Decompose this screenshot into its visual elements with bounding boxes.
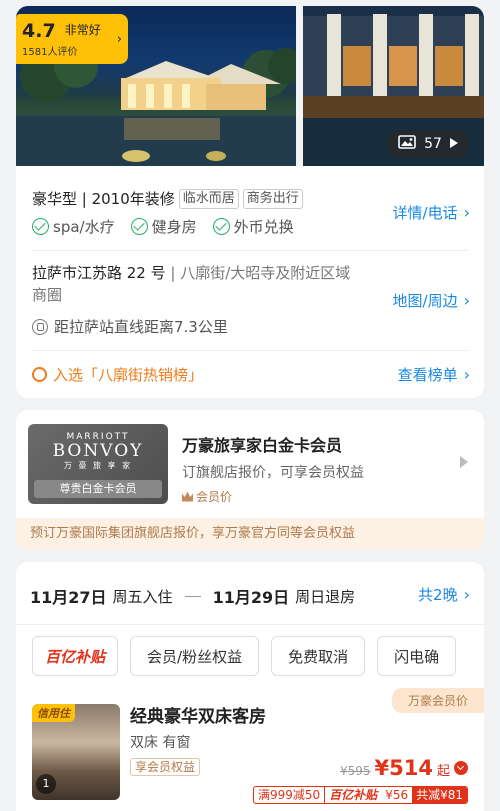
membership-title: 万豪旅享家白金卡会员 <box>182 436 343 455</box>
date-selector[interactable]: 11月27日 周五入住 11月29日 周日退房 <box>30 584 355 608</box>
station-distance: 距拉萨站直线距离7.3公里 <box>32 316 228 337</box>
amenity-list: spa/水疗 健身房 外币兑换 <box>32 216 294 237</box>
rating-count: 1581人评价 <box>22 47 78 58</box>
check-circle-icon <box>130 218 148 235</box>
membership-banner: 预订万豪国际集团旗舰店报价，享万豪官方同等会员权益 <box>16 518 484 550</box>
details-phone-link[interactable]: 详情/电话 › <box>393 202 470 223</box>
view-ranking-link[interactable]: 查看榜单 › <box>398 364 470 385</box>
date-separator <box>184 595 201 597</box>
nights-link[interactable]: 共2晚 › <box>418 584 470 605</box>
ranking-badge[interactable]: 入选「八廓街热销榜」 <box>32 364 203 385</box>
crown-icon <box>182 491 193 502</box>
checkout-label: 周日退房 <box>295 587 356 606</box>
chevron-down-icon[interactable] <box>454 761 468 775</box>
address-main: 拉萨市江苏路 22 号 <box>32 264 166 282</box>
bonvoy-card-image: MARRIOTT BONVOY 万 豪 旅 享 家 尊贵白金卡会员 <box>28 424 168 504</box>
filter-chips: 百亿补贴 会员/粉丝权益 免费取消 闪电确 <box>32 636 457 676</box>
membership-desc: 订旗舰店报价，可享会员权益 <box>182 465 364 481</box>
chevron-right-icon: › <box>463 203 470 222</box>
discount-threshold: 满999减50 <box>257 788 321 802</box>
divider <box>32 350 468 351</box>
amenity-label: 外币兑换 <box>233 218 294 236</box>
filter-instant-confirm[interactable]: 闪电确 <box>377 636 457 676</box>
current-price: ¥514 <box>374 756 433 780</box>
medal-icon <box>32 367 47 382</box>
room-type-line: 豪华型 | 2010年装修 临水而居 商务出行 <box>32 188 303 209</box>
member-price-text: 会员价 <box>196 490 233 504</box>
map-nearby-label: 地图/周边 <box>392 292 458 310</box>
checkout-date: 11月29日 <box>212 588 290 607</box>
chevron-right-icon: › <box>463 585 470 604</box>
amenity-label: 健身房 <box>151 218 197 236</box>
details-phone-label: 详情/电话 <box>392 204 458 222</box>
rating-word: 非常好 <box>64 23 101 37</box>
vip-price-tag: 万豪会员价 <box>391 688 484 713</box>
train-icon <box>32 318 48 335</box>
play-arrow-icon <box>460 456 468 468</box>
discount-subsidy: 百亿补贴 <box>324 787 381 803</box>
checkin-date: 11月27日 <box>30 588 107 607</box>
view-ranking-label: 查看榜单 <box>397 366 458 384</box>
original-price: ¥595 <box>339 764 371 778</box>
booking-card: 11月27日 周五入住 11月29日 周日退房 共2晚 › 百亿补贴 会员/粉丝… <box>16 562 484 811</box>
nights-label: 共2晚 <box>418 586 458 604</box>
checkin-label: 周五入住 <box>112 587 173 606</box>
hotel-info-card: 豪华型 | 2010年装修 临水而居 商务出行 spa/水疗 健身房 外币兑换 … <box>16 166 484 398</box>
filter-member-benefits[interactable]: 会员/粉丝权益 <box>130 636 260 676</box>
price-row[interactable]: ¥595 ¥514 起 <box>340 756 468 780</box>
ranking-text: 入选「八廓街热销榜」 <box>53 366 204 384</box>
divider <box>32 250 468 251</box>
amenity-label: spa/水疗 <box>53 218 115 236</box>
station-distance-text: 距拉萨站直线距离7.3公里 <box>54 318 228 336</box>
room-benefit-tag: 享会员权益 <box>130 758 201 776</box>
room-image-count: 1 <box>36 774 56 794</box>
amenity-gym: 健身房 <box>130 216 197 237</box>
map-nearby-link[interactable]: 地图/周边 › <box>393 290 470 311</box>
chevron-right-icon: › <box>463 291 470 310</box>
check-circle-icon <box>32 218 49 235</box>
rating-score: 4.7 <box>22 20 56 42</box>
discount-subsidy-amount: ¥56 <box>385 788 409 802</box>
price-suffix: 起 <box>436 764 450 779</box>
divider <box>16 624 484 625</box>
room-name[interactable]: 经典豪华双床客房 <box>130 702 266 727</box>
image-icon <box>398 135 416 153</box>
room-image[interactable]: 信用住 1 <box>32 704 120 800</box>
amenity-spa: spa/水疗 <box>32 216 115 237</box>
photo-count-value: 57 <box>424 136 442 152</box>
photo-count-button[interactable]: 57 <box>386 130 470 158</box>
chevron-right-icon: › <box>116 32 122 47</box>
discount-tags: 满999减50 百亿补贴 ¥56 共减¥81 <box>252 786 468 804</box>
room-detail: 双床 有窗 <box>130 735 191 751</box>
bonvoy-logo: BONVOY <box>52 441 144 461</box>
credit-stay-badge: 信用住 <box>32 704 75 722</box>
membership-card[interactable]: MARRIOTT BONVOY 万 豪 旅 享 家 尊贵白金卡会员 万豪旅享家白… <box>16 410 484 550</box>
tag-waterside: 临水而居 <box>178 188 239 209</box>
photo-gallery[interactable]: 4.7 非常好 1581人评价 › 57 <box>16 6 484 166</box>
filter-free-cancel[interactable]: 免费取消 <box>271 636 366 676</box>
filter-subsidy[interactable]: 百亿补贴 <box>32 636 119 676</box>
bonvoy-tier: 尊贵白金卡会员 <box>34 480 162 498</box>
hotel-photo-secondary[interactable]: 57 <box>303 6 484 166</box>
room-type-text: 豪华型 | 2010年装修 <box>32 190 175 208</box>
address-block: 拉萨市江苏路 22 号 | 八廓街/大昭寺及附近区域商圈 <box>32 262 362 306</box>
rating-badge[interactable]: 4.7 非常好 1581人评价 › <box>16 14 128 64</box>
amenity-exchange: 外币兑换 <box>212 216 294 237</box>
bonvoy-subtitle: 万 豪 旅 享 家 <box>63 461 133 470</box>
play-arrow-icon <box>449 136 458 152</box>
check-circle-icon <box>212 218 230 235</box>
member-price-label: 会员价 <box>182 488 232 505</box>
hotel-photo-main[interactable]: 4.7 非常好 1581人评价 › <box>16 6 296 166</box>
discount-total: 共减¥81 <box>412 787 467 803</box>
tag-business: 商务出行 <box>242 188 303 209</box>
chevron-right-icon: › <box>463 365 470 384</box>
